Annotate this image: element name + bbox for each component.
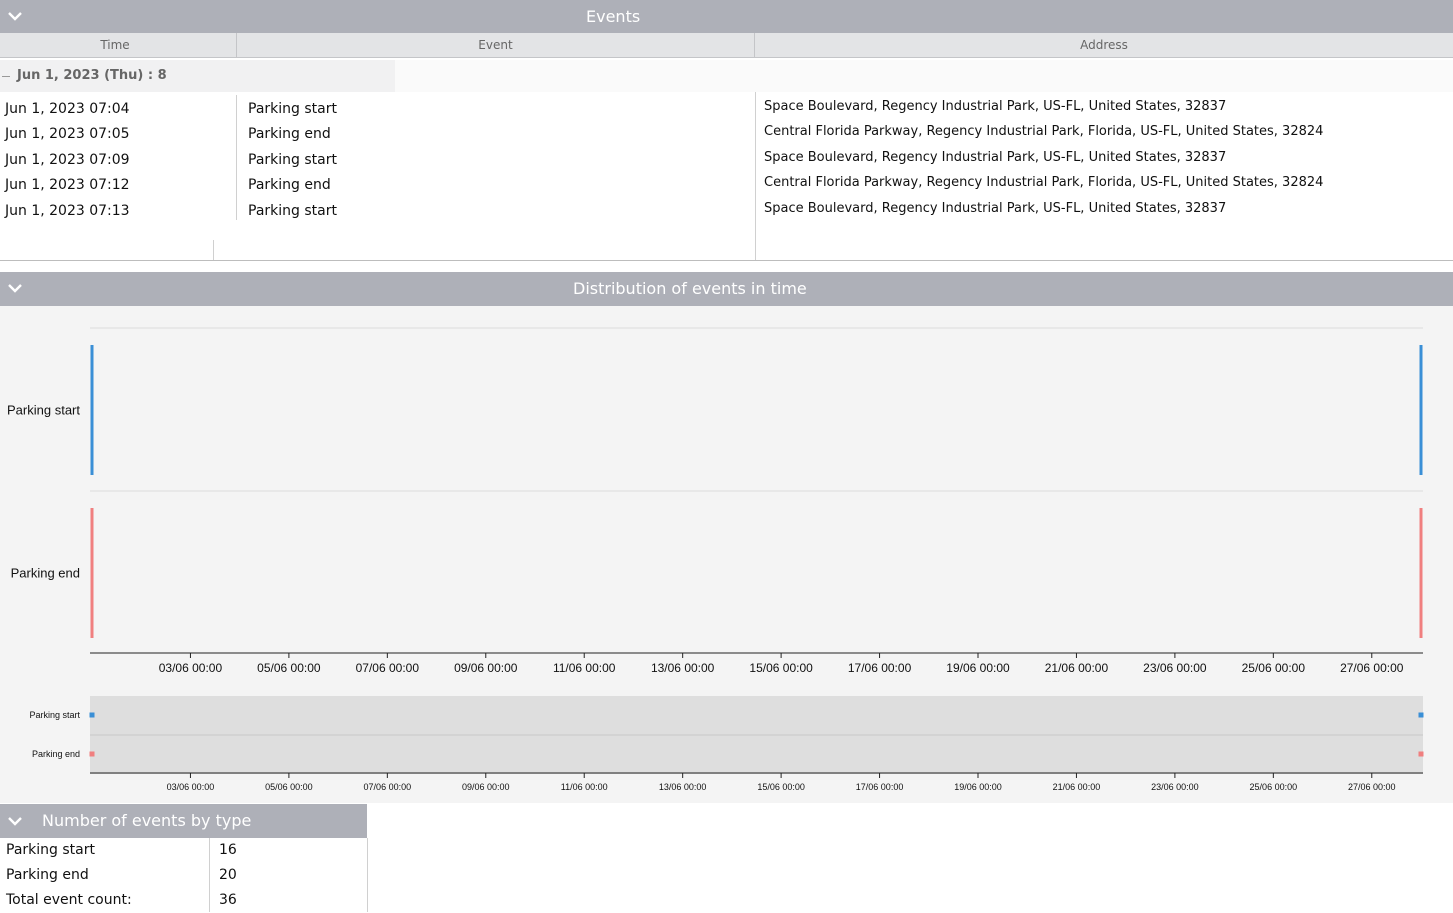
count-row: Total event count: 36 [0, 888, 367, 913]
counts-table-right-border [367, 838, 368, 912]
overview-mark [1418, 712, 1424, 718]
overview-tick-label: 19/06 00:00 [954, 782, 1002, 792]
distribution-panel-header[interactable]: Distribution of events in time [0, 272, 1453, 306]
cell-address: Space Boulevard, Regency Industrial Park… [764, 99, 1227, 114]
chevron-down-icon[interactable] [6, 813, 24, 829]
column-header-event[interactable]: Event [237, 33, 754, 58]
chevron-down-icon[interactable] [6, 280, 24, 296]
column-divider [755, 92, 756, 260]
column-header-address[interactable]: Address [755, 33, 1453, 58]
count-value: 20 [219, 867, 237, 883]
overview-tick-label: 25/06 00:00 [1250, 782, 1298, 792]
cell-event: Parking start [248, 203, 337, 219]
distribution-panel-title: Distribution of events in time [573, 279, 807, 298]
x-tick-label: 25/06 00:00 [1242, 661, 1306, 675]
cell-address: Space Boulevard, Regency Industrial Park… [764, 150, 1227, 165]
x-tick-label: 11/06 00:00 [553, 661, 616, 675]
count-row: Parking start 16 [0, 838, 367, 863]
table-row[interactable]: Jun 1, 2023 07:09 Parking start Space Bo… [0, 146, 1453, 172]
overview-mark [89, 751, 95, 757]
count-value: 16 [219, 842, 237, 858]
lane-label: Parking end [11, 566, 80, 581]
overview-tick-label: 07/06 00:00 [364, 782, 412, 792]
column-divider[interactable] [754, 33, 755, 58]
events-panel-header[interactable]: Events [0, 0, 1453, 33]
cell-time: Jun 1, 2023 07:12 [5, 177, 130, 193]
overview-label: Parking end [32, 749, 80, 759]
column-divider [236, 95, 237, 220]
column-header-time[interactable]: Time [0, 33, 236, 58]
overview-mark [89, 712, 95, 718]
table-row[interactable]: Jun 1, 2023 07:12 Parking end Central Fl… [0, 171, 1453, 197]
cell-event: Parking start [248, 101, 337, 117]
overview-label: Parking start [29, 710, 80, 720]
x-tick-label: 13/06 00:00 [651, 661, 715, 675]
count-value: 36 [219, 892, 237, 908]
x-tick-label: 07/06 00:00 [356, 661, 420, 675]
column-divider[interactable] [236, 33, 237, 58]
overview-tick-label: 03/06 00:00 [167, 782, 215, 792]
overview-tick-label: 17/06 00:00 [856, 782, 904, 792]
overview-tick-label: 15/06 00:00 [757, 782, 805, 792]
count-row: Parking end 20 [0, 863, 367, 888]
x-tick-label: 15/06 00:00 [749, 661, 813, 675]
overview-tick-label: 21/06 00:00 [1053, 782, 1101, 792]
overview-tick-label: 11/06 00:00 [561, 782, 608, 792]
count-label: Total event count: [6, 892, 132, 908]
group-label: Jun 1, 2023 (Thu) : 8 [17, 68, 167, 83]
overview-tick-label: 27/06 00:00 [1348, 782, 1396, 792]
overview-tick-label: 13/06 00:00 [659, 782, 707, 792]
cell-event: Parking end [248, 177, 331, 193]
event-bar [1419, 345, 1423, 475]
x-tick-label: 03/06 00:00 [159, 661, 223, 675]
x-tick-label: 21/06 00:00 [1045, 661, 1109, 675]
x-tick-label: 17/06 00:00 [848, 661, 912, 675]
cell-event: Parking start [248, 152, 337, 168]
count-label: Parking end [6, 867, 89, 883]
overview-tick-label: 05/06 00:00 [265, 782, 313, 792]
x-tick-label: 27/06 00:00 [1340, 661, 1404, 675]
events-panel-title: Events [586, 7, 641, 26]
collapse-minus-icon[interactable] [2, 76, 10, 77]
lane-label: Parking start [7, 403, 80, 418]
table-row[interactable]: Jun 1, 2023 07:05 Parking end Central Fl… [0, 120, 1453, 146]
event-bar [90, 508, 94, 638]
event-timeline-chart[interactable]: Parking start Parking end 03/06 00:00 05/06… [0, 306, 1453, 803]
x-tick-label: 05/06 00:00 [257, 661, 321, 675]
event-bar [90, 345, 94, 475]
table-row[interactable]: Jun 1, 2023 07:04 Parking start Space Bo… [0, 95, 1453, 121]
event-bar [1419, 508, 1423, 638]
cell-address: Space Boulevard, Regency Industrial Park… [764, 201, 1227, 216]
x-tick-label: 19/06 00:00 [946, 661, 1010, 675]
group-row-background [395, 60, 1453, 92]
cell-time: Jun 1, 2023 07:13 [5, 203, 130, 219]
cell-address: Central Florida Parkway, Regency Industr… [764, 175, 1324, 190]
x-tick-label: 23/06 00:00 [1143, 661, 1207, 675]
counts-panel-title: Number of events by type [42, 811, 252, 830]
overview-mark [1418, 751, 1424, 757]
overview-tick-label: 09/06 00:00 [462, 782, 510, 792]
table-bottom-border [0, 260, 1453, 261]
x-tick-label: 09/06 00:00 [454, 661, 518, 675]
chevron-down-icon[interactable] [6, 8, 24, 24]
table-row[interactable]: Jun 1, 2023 07:13 Parking start Space Bo… [0, 197, 1453, 223]
column-divider [213, 240, 214, 260]
cell-time: Jun 1, 2023 07:04 [5, 101, 130, 117]
cell-event: Parking end [248, 126, 331, 142]
count-label: Parking start [6, 842, 95, 858]
cell-time: Jun 1, 2023 07:09 [5, 152, 130, 168]
cell-address: Central Florida Parkway, Regency Industr… [764, 124, 1324, 139]
group-row[interactable]: Jun 1, 2023 (Thu) : 8 [0, 60, 395, 92]
counts-panel-header[interactable]: Number of events by type [0, 804, 367, 838]
overview-tick-label: 23/06 00:00 [1151, 782, 1199, 792]
cell-time: Jun 1, 2023 07:05 [5, 126, 130, 142]
